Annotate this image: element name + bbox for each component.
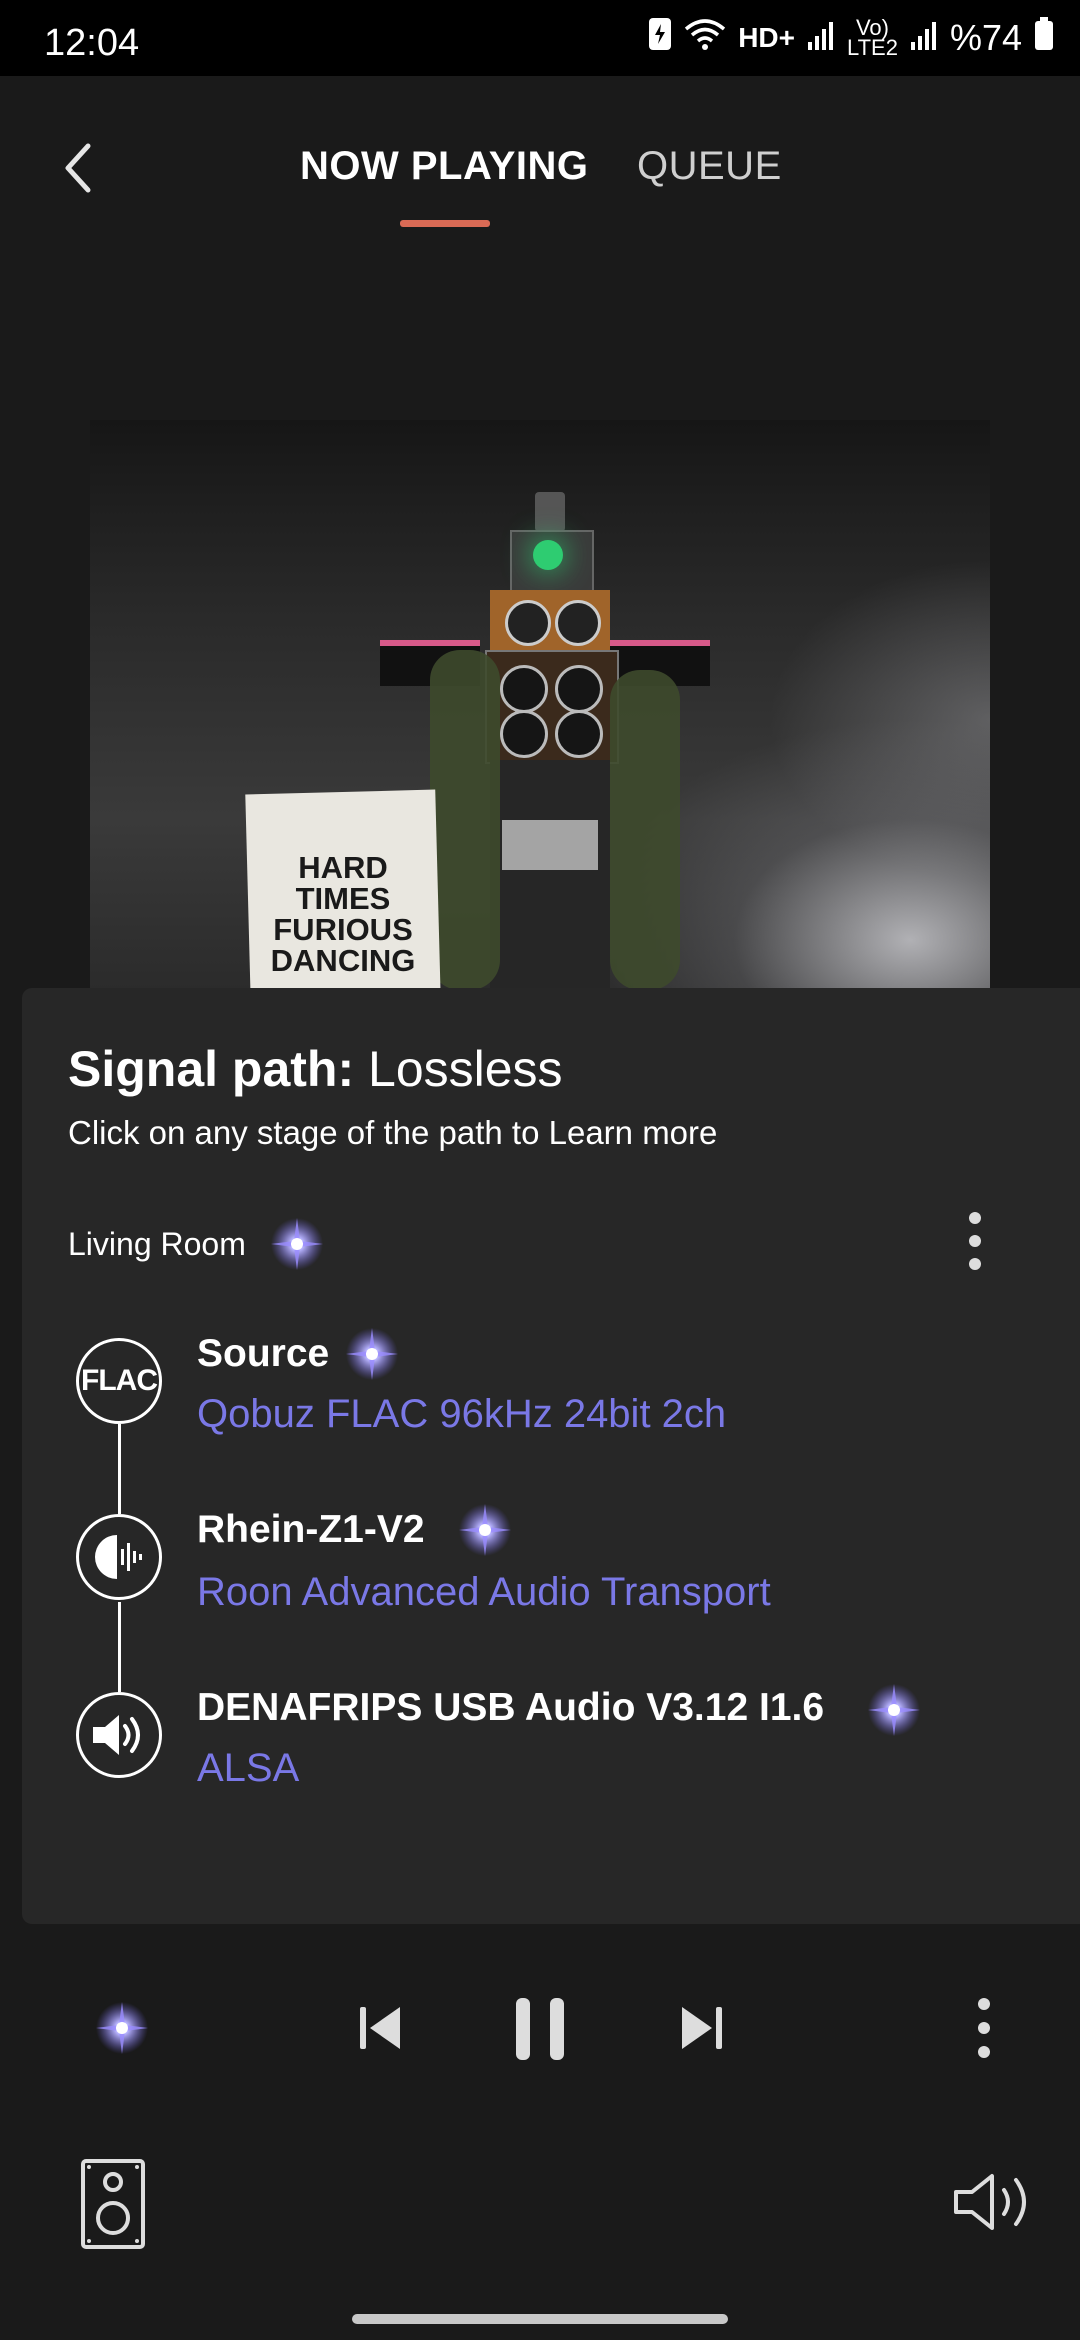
tab-queue[interactable]: QUEUE bbox=[637, 144, 782, 189]
tab-now-playing[interactable]: NOW PLAYING bbox=[300, 144, 589, 189]
previous-icon[interactable] bbox=[358, 2004, 404, 2052]
volte-icon: Vo) LTE2 bbox=[846, 15, 898, 60]
more-vertical-icon[interactable] bbox=[970, 1996, 998, 2060]
hd-icon: HD+ bbox=[738, 22, 795, 53]
signal-path-title: Signal path: Lossless bbox=[68, 1040, 563, 1098]
speaker-device-icon[interactable] bbox=[80, 2158, 146, 2250]
flac-icon-text: FLAC bbox=[81, 1364, 158, 1397]
signal-path-quality: Lossless bbox=[368, 1041, 563, 1097]
signal-icon bbox=[807, 17, 835, 59]
back-icon[interactable] bbox=[56, 138, 100, 198]
home-indicator[interactable] bbox=[352, 2314, 728, 2324]
pause-icon[interactable] bbox=[514, 1996, 566, 2062]
next-icon[interactable] bbox=[678, 2004, 724, 2052]
path-connector-2 bbox=[118, 1602, 121, 1692]
flag-line-4: DANCING bbox=[270, 943, 416, 978]
battery-percent: %74 bbox=[949, 17, 1022, 58]
stage-core-detail[interactable]: Roon Advanced Audio Transport bbox=[197, 1570, 771, 1615]
stage-core-title[interactable]: Rhein-Z1-V2 bbox=[197, 1508, 425, 1552]
flag-line-3: FURIOUS bbox=[273, 912, 413, 947]
stage-source-detail[interactable]: Qobuz FLAC 96kHz 24bit 2ch bbox=[197, 1392, 726, 1437]
album-art[interactable]: HARD TIMES FURIOUS DANCING bbox=[90, 420, 990, 990]
flac-icon[interactable]: FLAC bbox=[76, 1338, 162, 1424]
wifi-icon bbox=[684, 17, 726, 60]
speaker-icon[interactable] bbox=[76, 1692, 162, 1778]
active-tab-indicator bbox=[400, 220, 490, 227]
signal-path-subtitle: Click on any stage of the path to Learn … bbox=[68, 1114, 718, 1151]
sparkle-icon bbox=[267, 1214, 327, 1274]
album-art-flag-text: HARD TIMES FURIOUS DANCING bbox=[248, 852, 438, 976]
flag-line-1: HARD bbox=[298, 850, 388, 885]
status-icons: HD+ Vo) LTE2 %74 bbox=[648, 15, 1054, 60]
sparkle-icon bbox=[342, 1324, 402, 1384]
zone-name: Living Room bbox=[68, 1226, 246, 1262]
battery-saver-icon bbox=[648, 17, 672, 60]
signal-path-label: Signal path: bbox=[68, 1041, 355, 1097]
stage-device-title[interactable]: DENAFRIPS USB Audio V3.12 I1.6 bbox=[197, 1686, 824, 1730]
sparkle-icon bbox=[864, 1680, 924, 1740]
flag-line-2: TIMES bbox=[295, 881, 391, 916]
roon-icon[interactable] bbox=[76, 1514, 162, 1600]
signal-icon-2 bbox=[910, 17, 938, 59]
volume-icon[interactable] bbox=[952, 2170, 1038, 2234]
zone-more-icon[interactable] bbox=[962, 1210, 988, 1272]
stage-device-detail[interactable]: ALSA bbox=[197, 1746, 299, 1791]
sparkle-icon bbox=[455, 1500, 515, 1560]
status-time: 12:04 bbox=[44, 22, 140, 64]
path-connector-1 bbox=[118, 1424, 121, 1514]
signal-quality-icon[interactable] bbox=[92, 1998, 152, 2058]
battery-icon bbox=[1034, 16, 1054, 60]
stage-source-title[interactable]: Source bbox=[197, 1332, 329, 1376]
